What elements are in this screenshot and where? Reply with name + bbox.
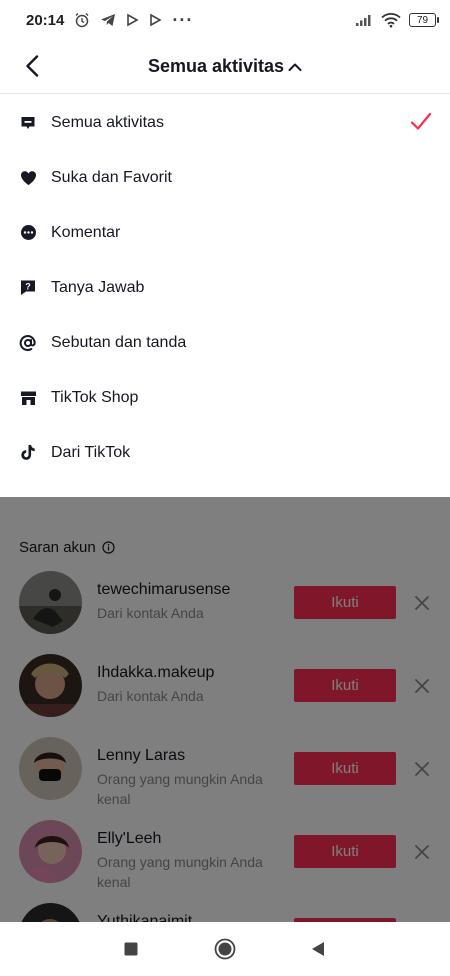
menu-item-from-tiktok[interactable]: Dari TikTok	[0, 425, 450, 480]
comment-dots-icon	[19, 224, 37, 242]
battery-level: 79	[416, 14, 429, 26]
recents-square-icon[interactable]	[119, 937, 143, 961]
checkmark-icon	[410, 112, 432, 130]
modal-scrim[interactable]	[0, 497, 450, 922]
menu-item-tiktok-shop[interactable]: TikTok Shop	[0, 370, 450, 425]
wifi-icon	[381, 13, 401, 28]
at-sign-icon	[19, 334, 37, 352]
status-time: 20:14	[26, 11, 65, 29]
suggested-accounts-section: Saran akun tewechimarusense Dari kontak …	[0, 497, 450, 922]
menu-item-label: Komentar	[51, 223, 121, 241]
battery-icon: 79	[409, 13, 439, 27]
menu-item-mentions-tags[interactable]: Sebutan dan tanda	[0, 315, 450, 370]
activity-filter-menu: Semua aktivitas Suka dan Favorit Komenta…	[0, 95, 450, 497]
signal-icon	[356, 15, 371, 26]
chevron-up-icon	[288, 63, 302, 71]
menu-item-label: Suka dan Favorit	[51, 168, 172, 186]
status-system-icons: 79	[355, 12, 439, 28]
tiktok-icon	[19, 444, 37, 462]
message-square-icon	[19, 114, 37, 132]
telegram-icon	[101, 14, 116, 26]
system-nav-bar	[0, 922, 450, 976]
activity-filter-toggle[interactable]: Semua aktivitas	[148, 56, 302, 77]
menu-item-comments[interactable]: Komentar	[0, 205, 450, 260]
page-title: Semua aktivitas	[147, 56, 285, 76]
play-icon	[127, 13, 140, 27]
home-circle-icon[interactable]	[213, 937, 237, 961]
status-bar: 20:14 ··· 79	[0, 0, 450, 40]
menu-item-label: Sebutan dan tanda	[51, 333, 187, 351]
menu-item-likes-favorites[interactable]: Suka dan Favorit	[0, 150, 450, 205]
menu-item-label: Semua aktivitas	[51, 113, 164, 131]
more-dots-icon: ···	[172, 9, 194, 30]
heart-icon	[19, 169, 37, 187]
back-triangle-icon[interactable]	[306, 937, 330, 961]
menu-item-all-activity[interactable]: Semua aktivitas	[0, 95, 450, 150]
menu-item-label: Dari TikTok	[51, 443, 131, 461]
menu-item-qna[interactable]: ? Tanya Jawab	[0, 260, 450, 315]
menu-item-label: TikTok Shop	[51, 388, 139, 406]
activity-header: Semua aktivitas	[0, 40, 450, 94]
question-bubble-icon: ?	[19, 279, 37, 297]
back-button[interactable]	[14, 48, 50, 84]
play-icon	[150, 13, 163, 27]
chevron-left-icon	[26, 55, 39, 77]
svg-text:?: ?	[25, 282, 31, 292]
shop-icon	[19, 389, 37, 407]
status-notification-icons: ···	[74, 10, 193, 31]
alarm-icon	[75, 13, 89, 28]
menu-item-label: Tanya Jawab	[51, 278, 145, 296]
